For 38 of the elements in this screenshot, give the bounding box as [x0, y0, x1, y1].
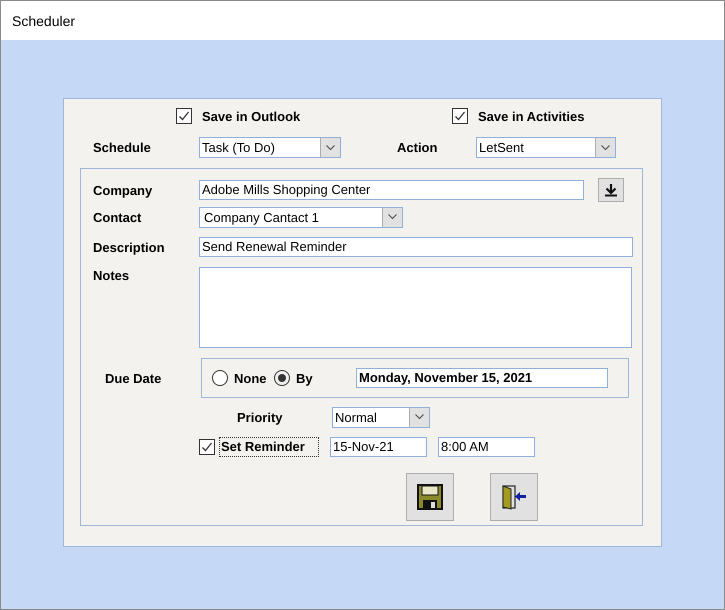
dropdown[interactable]: Company Cantact 1 [199, 206, 403, 228]
company-field[interactable]: Adobe Mills Shopping Center [199, 180, 584, 200]
chevron-down-icon [415, 414, 424, 420]
description-field[interactable]: Send Renewal Reminder [199, 237, 633, 257]
field-label: Due Date [105, 370, 162, 386]
field-label: Description [93, 240, 166, 254]
checkbox-label: Save in Activities [478, 108, 584, 124]
window-title: Scheduler [12, 12, 76, 28]
radio-button[interactable] [274, 370, 290, 386]
field-label: Notes [93, 268, 130, 283]
chevron-down-icon [388, 214, 397, 220]
checkbox[interactable] [452, 108, 468, 124]
notes-field[interactable] [199, 267, 632, 348]
door-exit-icon [501, 484, 527, 510]
field-label: Action [397, 140, 438, 155]
checkbox[interactable] [199, 439, 215, 455]
checkbox-label: Set Reminder [219, 437, 319, 457]
field-label: Company [93, 182, 154, 198]
radio-button[interactable] [212, 370, 228, 386]
date-field[interactable]: Monday, November 15, 2021 [356, 368, 608, 388]
exit-button[interactable] [490, 473, 538, 521]
field-label: Priority [237, 410, 284, 424]
checkbox-label: Save in Outlook [202, 108, 300, 124]
chevron-down-icon [601, 144, 610, 150]
save-button[interactable] [406, 473, 454, 521]
dropdown[interactable]: Task (To Do) [199, 137, 341, 158]
lookup-button[interactable] [598, 178, 624, 202]
checkbox[interactable] [176, 108, 192, 124]
field-label: Schedule [93, 140, 152, 155]
chevron-down-icon [326, 144, 335, 150]
radio-label: By [296, 370, 314, 386]
reminder-date-field[interactable]: 15-Nov-21 [330, 437, 427, 457]
dropdown[interactable]: Normal [332, 406, 430, 428]
dropdown[interactable]: LetSent [476, 137, 616, 158]
radio-label: None [234, 370, 268, 386]
reminder-time-field[interactable]: 8:00 AM [438, 437, 535, 457]
field-label: Contact [93, 210, 142, 224]
download-arrow-icon [604, 183, 618, 197]
